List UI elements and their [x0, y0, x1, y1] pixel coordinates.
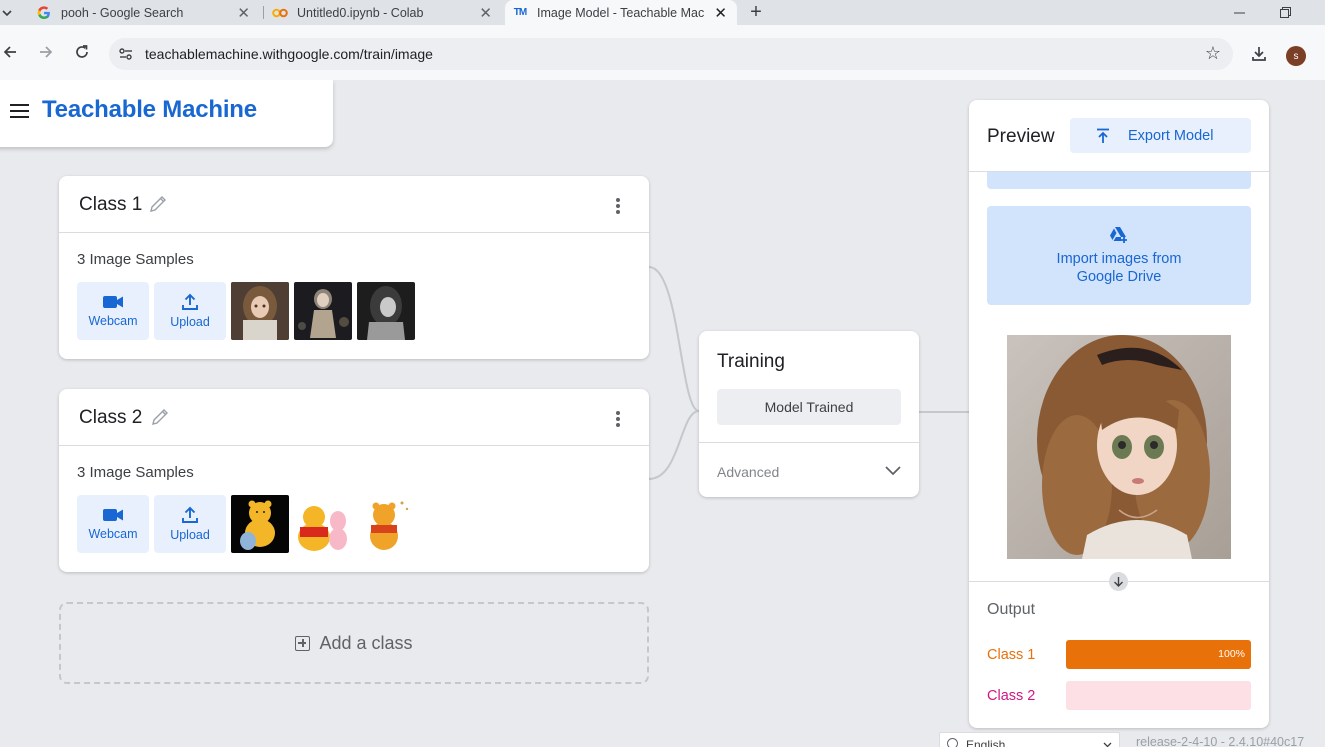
- tab-title: pooh - Google Search: [61, 5, 184, 20]
- chevron-down-icon[interactable]: [884, 463, 902, 477]
- url-omnibox[interactable]: teachablemachine.withgoogle.com/train/im…: [109, 38, 1233, 70]
- webcam-label: Webcam: [88, 527, 138, 541]
- upload-icon: [182, 293, 198, 310]
- import-google-drive-button[interactable]: Import images from Google Drive: [987, 206, 1251, 305]
- google-drive-add-icon: [1110, 227, 1127, 243]
- download-icon[interactable]: [1250, 45, 1270, 65]
- sample-thumbnail[interactable]: [357, 495, 415, 553]
- new-tab-button[interactable]: +: [747, 0, 765, 25]
- bookmark-star-icon[interactable]: ☆: [1205, 43, 1221, 64]
- more-options-icon[interactable]: [612, 196, 624, 216]
- advanced-label[interactable]: Advanced: [717, 464, 779, 480]
- google-favicon-icon: [36, 5, 52, 21]
- minimize-window-button[interactable]: [1216, 0, 1262, 25]
- add-class-button[interactable]: Add a class: [59, 602, 649, 684]
- class-card-1: Class 1 3 Image Samples Webcam Upload: [59, 176, 649, 359]
- restore-window-button[interactable]: [1262, 0, 1308, 25]
- arrow-down-icon: [1109, 572, 1128, 591]
- teachable-machine-favicon-icon: TM: [513, 7, 527, 18]
- close-tab-icon[interactable]: ✕: [237, 4, 250, 22]
- add-class-label: Add a class: [319, 632, 413, 653]
- tab-colab[interactable]: Untitled0.ipynb - Colab ✕: [266, 0, 502, 25]
- preview-title: Preview: [987, 126, 1055, 147]
- close-tab-icon[interactable]: ✕: [714, 4, 727, 22]
- sample-thumbnail[interactable]: [231, 282, 289, 340]
- webcam-icon: [103, 296, 123, 308]
- webcam-button[interactable]: Webcam: [77, 495, 149, 553]
- upload-label: Upload: [170, 528, 210, 542]
- class-header: Class 1: [59, 176, 649, 233]
- language-value: English: [966, 738, 1006, 747]
- class-name[interactable]: Class 1: [79, 194, 142, 216]
- language-select[interactable]: English: [939, 732, 1120, 747]
- globe-icon: [947, 738, 958, 747]
- output-confidence-fill: 100%: [1066, 640, 1251, 669]
- export-upload-icon: [1097, 128, 1109, 143]
- samples-count: 3 Image Samples: [77, 251, 194, 268]
- upload-button[interactable]: Upload: [154, 282, 226, 340]
- tab-separator: [263, 6, 264, 19]
- output-confidence-bar: [1066, 681, 1251, 710]
- tab-list-chevron-icon[interactable]: [0, 0, 14, 25]
- tab-google-search[interactable]: pooh - Google Search ✕: [30, 0, 260, 25]
- train-model-button[interactable]: Model Trained: [717, 389, 901, 425]
- app-title[interactable]: Teachable Machine: [42, 96, 257, 124]
- teachable-machine-page: Teachable Machine Class 1 3 Image Sample…: [0, 80, 1325, 747]
- url-text: teachablemachine.withgoogle.com/train/im…: [145, 46, 433, 62]
- close-tab-icon[interactable]: ✕: [479, 4, 492, 22]
- preview-source-button-partial[interactable]: [987, 172, 1251, 189]
- chevron-down-icon: [1103, 738, 1112, 747]
- output-class-label: Class 1: [987, 647, 1036, 663]
- output-percent-label: 100%: [1218, 648, 1245, 660]
- export-model-button[interactable]: Export Model: [1070, 118, 1251, 153]
- reload-icon[interactable]: [69, 39, 95, 65]
- preview-input-image: [1007, 335, 1231, 559]
- back-arrow-icon[interactable]: [0, 39, 23, 65]
- app-header: Teachable Machine: [0, 80, 333, 147]
- webcam-label: Webcam: [88, 314, 138, 328]
- import-drive-line-1: Import images from: [1056, 251, 1182, 267]
- class-header: Class 2: [59, 389, 649, 446]
- webcam-button[interactable]: Webcam: [77, 282, 149, 340]
- output-class-label: Class 2: [987, 688, 1036, 704]
- edit-pencil-icon[interactable]: [150, 407, 170, 427]
- sample-thumbnail[interactable]: [294, 282, 352, 340]
- class-name[interactable]: Class 2: [79, 407, 142, 429]
- export-model-label: Export Model: [1128, 127, 1214, 144]
- upload-icon: [182, 506, 198, 523]
- profile-avatar[interactable]: s: [1286, 46, 1306, 66]
- output-title: Output: [987, 601, 1036, 618]
- tab-title: Image Model - Teachable Mach: [537, 5, 705, 20]
- colab-favicon-icon: [272, 5, 288, 21]
- site-settings-icon[interactable]: [117, 45, 135, 63]
- import-drive-line-2: Google Drive: [1076, 269, 1162, 285]
- tab-teachable-machine[interactable]: TM Image Model - Teachable Mach ✕: [505, 0, 737, 25]
- more-options-icon[interactable]: [612, 409, 624, 429]
- address-bar-row: teachablemachine.withgoogle.com/train/im…: [0, 25, 1325, 80]
- samples-count: 3 Image Samples: [77, 464, 194, 481]
- sample-thumbnail[interactable]: [357, 282, 415, 340]
- upload-label: Upload: [170, 315, 210, 329]
- sample-thumbnail[interactable]: [231, 495, 289, 553]
- upload-button[interactable]: Upload: [154, 495, 226, 553]
- preview-panel: Preview Export Model Import images from …: [969, 100, 1269, 728]
- webcam-icon: [103, 509, 123, 521]
- output-confidence-bar: 100%: [1066, 640, 1251, 669]
- tab-title: Untitled0.ipynb - Colab: [297, 5, 424, 20]
- class-card-2: Class 2 3 Image Samples Webcam Upload: [59, 389, 649, 572]
- divider: [699, 442, 919, 443]
- forward-arrow-icon[interactable]: [33, 39, 59, 65]
- training-title: Training: [717, 351, 785, 372]
- release-version: release-2-4-10 - 2.4.10#40c17: [1136, 735, 1305, 747]
- edit-pencil-icon[interactable]: [148, 194, 168, 214]
- menu-icon[interactable]: [10, 104, 29, 118]
- training-card: Training Model Trained Advanced: [699, 331, 919, 497]
- add-box-icon: [295, 635, 311, 651]
- tab-bar: pooh - Google Search ✕ Untitled0.ipynb -…: [0, 0, 1325, 25]
- sample-thumbnail[interactable]: [294, 495, 352, 553]
